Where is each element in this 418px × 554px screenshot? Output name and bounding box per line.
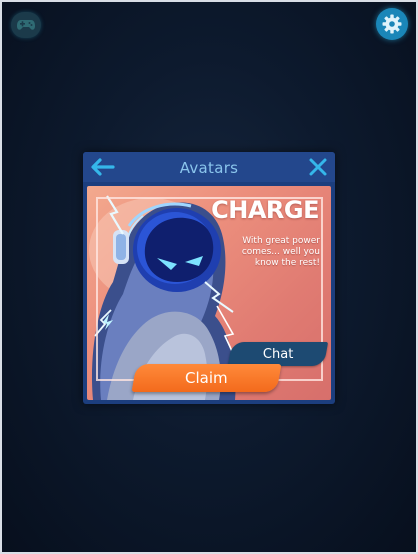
modal-header: Avatars <box>83 152 335 182</box>
chat-button[interactable]: Chat <box>227 342 329 366</box>
settings-button[interactable] <box>376 8 408 40</box>
settings-gear-icon <box>382 14 402 34</box>
claim-button[interactable]: Claim <box>131 364 282 392</box>
chat-button-label: Chat <box>262 346 294 362</box>
modal-title: Avatars <box>179 159 239 177</box>
avatar-description: With great power comes... well you know … <box>241 236 320 268</box>
game-controller-icon <box>17 20 35 30</box>
avatar-name: CHARGE <box>211 196 319 224</box>
game-screen: Avatars CHARGE With great power comes...… <box>0 0 418 554</box>
close-icon <box>309 158 327 176</box>
game-controller-button[interactable] <box>11 12 41 38</box>
claim-button-label: Claim <box>185 369 228 387</box>
close-button[interactable] <box>307 157 329 177</box>
avatars-modal: Avatars CHARGE With great power comes...… <box>83 152 335 404</box>
